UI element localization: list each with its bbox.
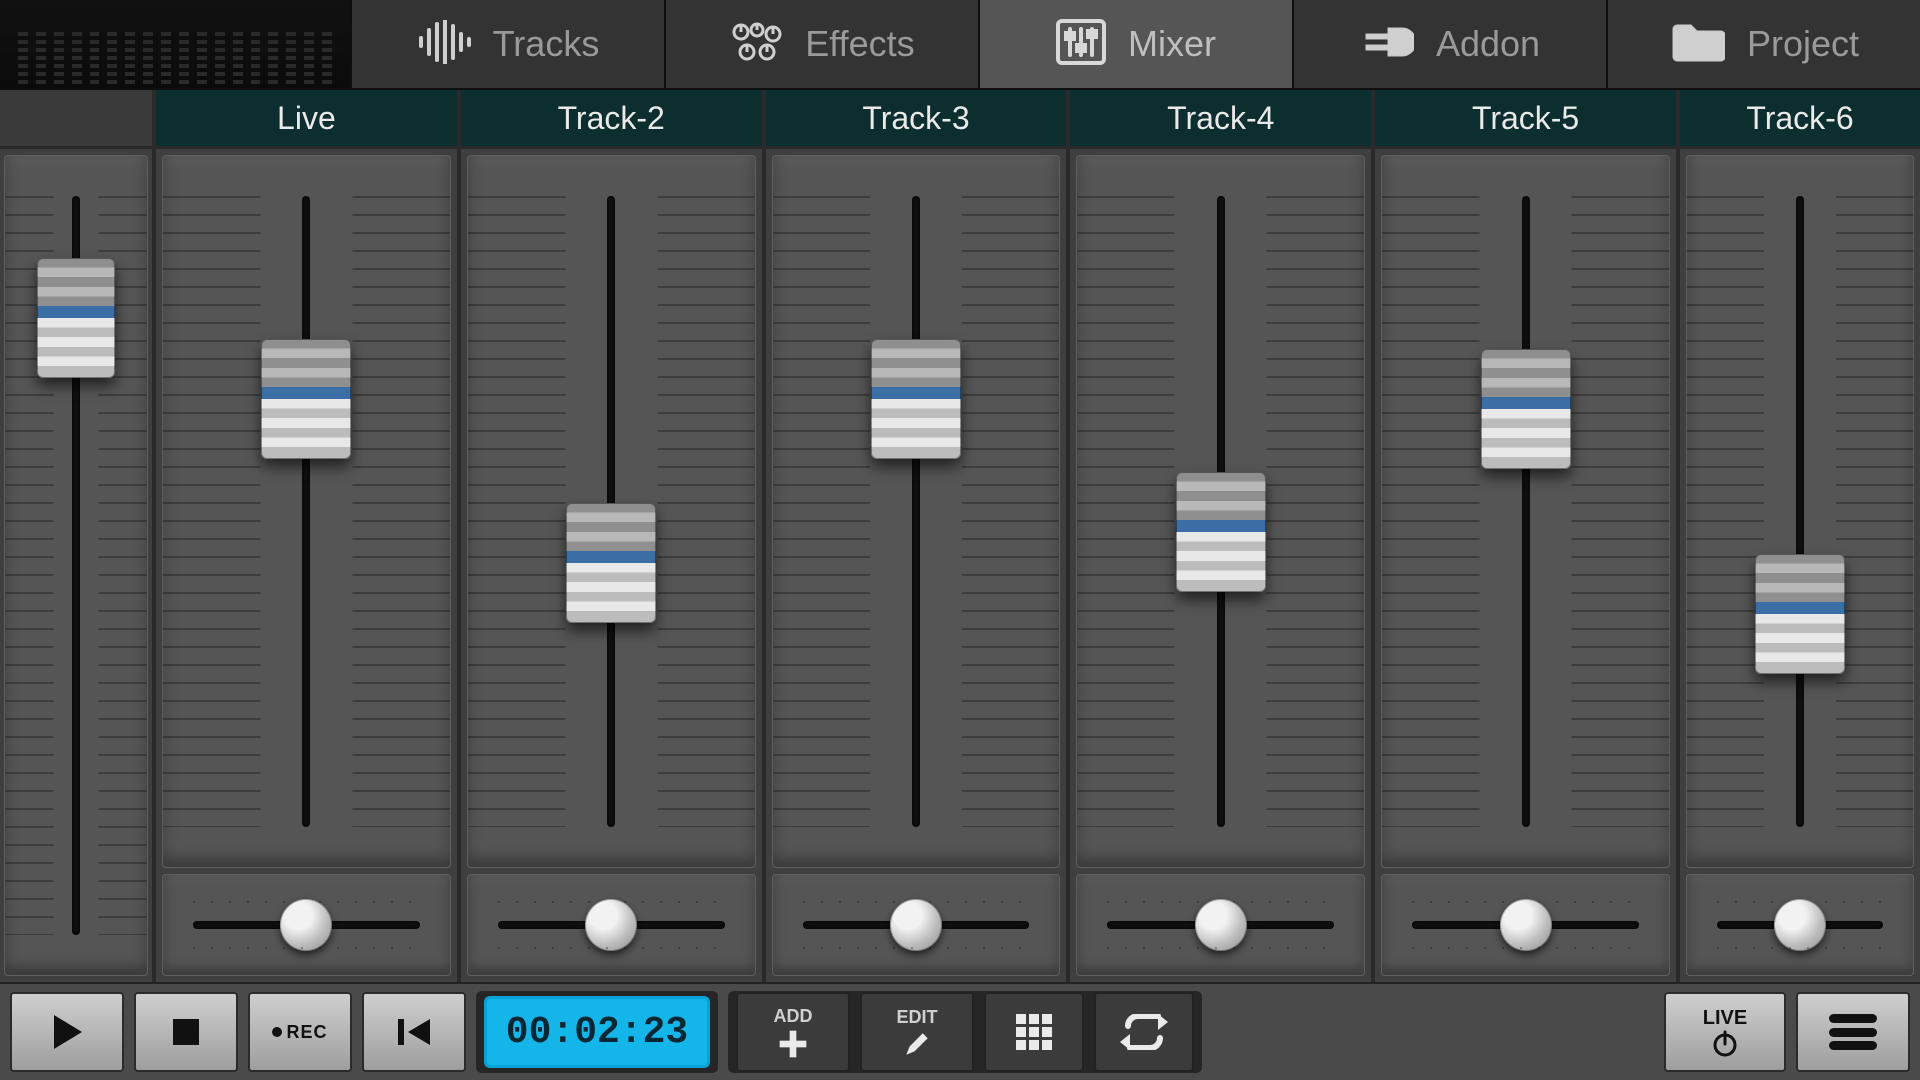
- pan-knob[interactable]: [890, 899, 942, 951]
- menu-button[interactable]: [1796, 992, 1910, 1072]
- power-icon: [1711, 1030, 1739, 1058]
- track-name-label[interactable]: Track-2: [461, 90, 762, 149]
- pan-knob[interactable]: [280, 899, 332, 951]
- fader-cap[interactable]: [1176, 472, 1266, 592]
- rec-icon: REC: [272, 1022, 327, 1043]
- transport-bar: REC 00:02:23 ADD EDIT: [0, 982, 1920, 1080]
- pan-slider[interactable]: [1381, 874, 1670, 976]
- grid-icon: [1014, 1012, 1054, 1052]
- pan-slider[interactable]: [1076, 874, 1365, 976]
- master-channel: [0, 90, 152, 982]
- add-button[interactable]: ADD: [736, 992, 850, 1072]
- stop-button[interactable]: [134, 992, 238, 1072]
- pan-slider[interactable]: [772, 874, 1061, 976]
- volume-fader[interactable]: [467, 155, 756, 868]
- pan-slider[interactable]: [1686, 874, 1914, 976]
- pan-knob[interactable]: [1195, 899, 1247, 951]
- volume-fader[interactable]: [1686, 155, 1914, 868]
- pan-knob[interactable]: [585, 899, 637, 951]
- tab-label: Mixer: [1128, 23, 1216, 65]
- plug-icon: [1360, 22, 1414, 67]
- volume-fader[interactable]: [1076, 155, 1365, 868]
- tab-addon[interactable]: Addon: [1292, 0, 1606, 88]
- plus-icon: [775, 1029, 811, 1059]
- mixer-icon: [1056, 19, 1106, 70]
- track-name-label[interactable]: Track-3: [766, 90, 1067, 149]
- track-channel: Track-5: [1371, 90, 1676, 982]
- track-name-label[interactable]: Track-6: [1680, 90, 1920, 149]
- track-channel: Track-4: [1066, 90, 1371, 982]
- fader-cap[interactable]: [37, 258, 115, 378]
- loop-button[interactable]: [1094, 992, 1194, 1072]
- fader-cap[interactable]: [1481, 349, 1571, 469]
- effects-icon: [729, 20, 783, 69]
- pan-knob[interactable]: [1774, 899, 1826, 951]
- tab-label: Addon: [1436, 23, 1540, 65]
- track-channel: Track-6: [1676, 90, 1920, 982]
- fader-cap[interactable]: [1755, 554, 1845, 674]
- pan-knob[interactable]: [1500, 899, 1552, 951]
- tab-label: Tracks: [493, 23, 600, 65]
- top-nav: Tracks Effects: [0, 0, 1920, 90]
- timecode-display[interactable]: 00:02:23: [484, 996, 710, 1068]
- play-button[interactable]: [10, 992, 124, 1072]
- record-button[interactable]: REC: [248, 992, 352, 1072]
- tab-mixer[interactable]: Mixer: [978, 0, 1292, 88]
- tab-tracks[interactable]: Tracks: [350, 0, 664, 88]
- tab-label: Project: [1747, 23, 1859, 65]
- grid-button[interactable]: [984, 992, 1084, 1072]
- track-name-label[interactable]: Track-5: [1375, 90, 1676, 149]
- track-name-label[interactable]: Track-4: [1070, 90, 1371, 149]
- pencil-icon: [900, 1030, 934, 1058]
- volume-fader[interactable]: [162, 155, 451, 868]
- master-fader[interactable]: [4, 155, 148, 976]
- track-channel: Live: [152, 90, 457, 982]
- folder-icon: [1669, 21, 1725, 68]
- loop-icon: [1120, 1014, 1168, 1050]
- tab-project[interactable]: Project: [1606, 0, 1920, 88]
- live-toggle-button[interactable]: LIVE: [1664, 992, 1786, 1072]
- menu-icon: [1829, 1014, 1877, 1050]
- volume-fader[interactable]: [1381, 155, 1670, 868]
- track-channel: Track-3: [762, 90, 1067, 982]
- pan-slider[interactable]: [162, 874, 451, 976]
- edit-button[interactable]: EDIT: [860, 992, 974, 1072]
- rewind-button[interactable]: [362, 992, 466, 1072]
- track-channel: Track-2: [457, 90, 762, 982]
- timecode-frame: 00:02:23: [476, 991, 718, 1073]
- vu-meter: [0, 0, 350, 88]
- pan-slider[interactable]: [467, 874, 756, 976]
- track-name-label[interactable]: Live: [156, 90, 457, 149]
- fader-cap[interactable]: [261, 339, 351, 459]
- waveform-icon: [417, 20, 471, 69]
- mixer-panel: LiveTrack-2Track-3Track-4Track-5Track-6: [0, 90, 1920, 982]
- tab-label: Effects: [805, 23, 914, 65]
- fader-cap[interactable]: [871, 339, 961, 459]
- tab-effects[interactable]: Effects: [664, 0, 978, 88]
- fader-cap[interactable]: [566, 503, 656, 623]
- volume-fader[interactable]: [772, 155, 1061, 868]
